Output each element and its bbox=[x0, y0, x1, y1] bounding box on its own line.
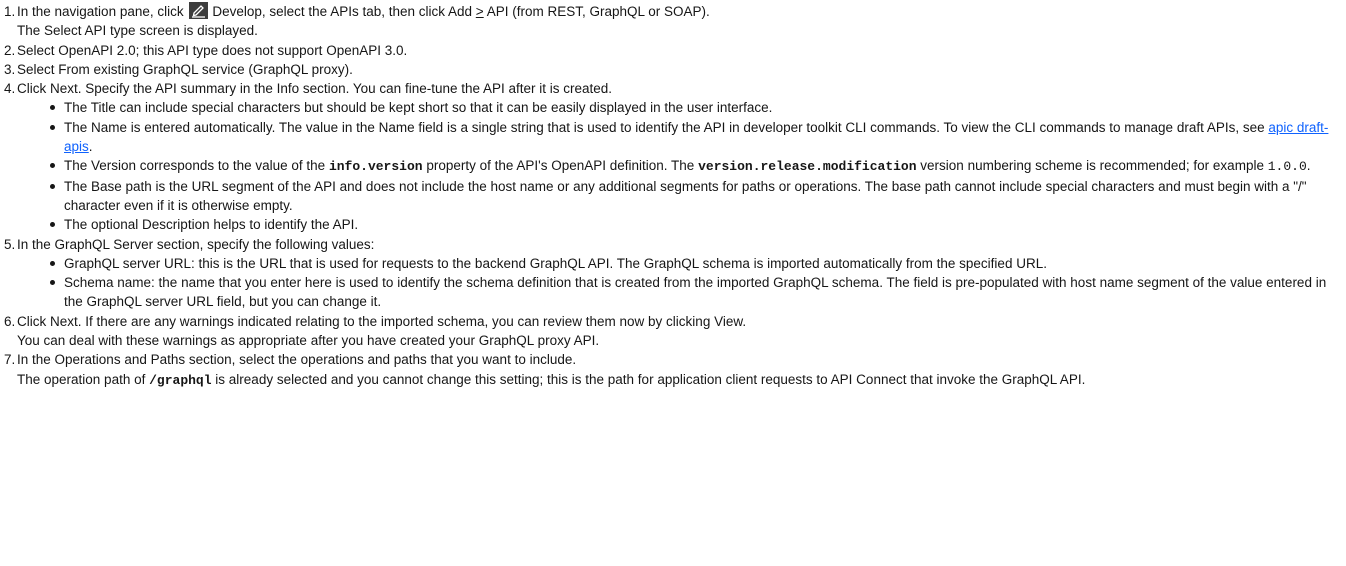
step-text: In the navigation pane, click bbox=[17, 4, 184, 19]
step-text: API (from REST, GraphQL or SOAP). bbox=[486, 4, 710, 19]
step-4: 4. Click Next. Specify the API summary i… bbox=[4, 79, 1346, 234]
step-7: 7. In the Operations and Paths section, … bbox=[4, 350, 1346, 390]
step-result: The operation path of /graphql is alread… bbox=[17, 371, 1086, 388]
graphql-server-bullets: GraphQL server URL: this is the URL that… bbox=[17, 254, 1346, 312]
steps-list: 1. In the navigation pane, click Develop… bbox=[4, 2, 1346, 390]
step-text: Select From existing GraphQL service (Gr… bbox=[17, 61, 353, 77]
step-2: 2. Select OpenAPI 2.0; this API type doe… bbox=[4, 41, 1346, 60]
bullet-schema-name: Schema name: the name that you enter her… bbox=[50, 273, 1346, 312]
step-number: 2. bbox=[4, 42, 16, 58]
pencil-icon bbox=[189, 2, 209, 19]
step-text: In the Operations and Paths section, sel… bbox=[17, 352, 577, 368]
step-text: Click Next. Specify the API summary in t… bbox=[17, 81, 613, 97]
bullet-version: The Version corresponds to the value of … bbox=[50, 156, 1346, 176]
step-6: 6. Click Next. If there are any warnings… bbox=[4, 312, 1346, 351]
bullet-basepath: The Base path is the URL segment of the … bbox=[50, 177, 1346, 216]
menu-separator: > bbox=[475, 4, 484, 19]
code-graphql-path: /graphql bbox=[149, 372, 212, 388]
step-number: 3. bbox=[4, 61, 16, 77]
step-number: 6. bbox=[4, 313, 16, 329]
info-bullets: The Title can include special characters… bbox=[17, 98, 1346, 234]
step-1: 1. In the navigation pane, click Develop… bbox=[4, 2, 1346, 41]
step-text: Click Next. If there are any warnings in… bbox=[17, 313, 747, 329]
step-number: 4. bbox=[4, 81, 16, 97]
step-result: The Select API type screen is displayed. bbox=[17, 23, 258, 39]
step-3: 3. Select From existing GraphQL service … bbox=[4, 60, 1346, 79]
step-text: In the GraphQL Server section, specify t… bbox=[17, 236, 375, 252]
bullet-name: The Name is entered automatically. The v… bbox=[50, 118, 1346, 157]
bullet-title: The Title can include special characters… bbox=[50, 98, 1346, 117]
step-5: 5. In the GraphQL Server section, specif… bbox=[4, 235, 1346, 312]
step-number: 5. bbox=[4, 236, 16, 252]
code-version-example: 1.0.0 bbox=[1267, 159, 1307, 175]
step-number: 7. bbox=[4, 352, 16, 368]
step-text: Select OpenAPI 2.0; this API type does n… bbox=[17, 42, 408, 58]
step-number: 1. bbox=[4, 4, 16, 19]
bullet-server-url: GraphQL server URL: this is the URL that… bbox=[50, 254, 1346, 273]
code-version-scheme: version.release.modification bbox=[698, 159, 917, 175]
document-body: 1. In the navigation pane, click Develop… bbox=[0, 0, 1346, 390]
step-result: You can deal with these warnings as appr… bbox=[17, 333, 600, 349]
code-info-version: info.version bbox=[328, 159, 423, 175]
bullet-description: The optional Description helps to identi… bbox=[50, 215, 1346, 234]
step-text: Develop, select the APIs tab, then click… bbox=[212, 4, 473, 19]
